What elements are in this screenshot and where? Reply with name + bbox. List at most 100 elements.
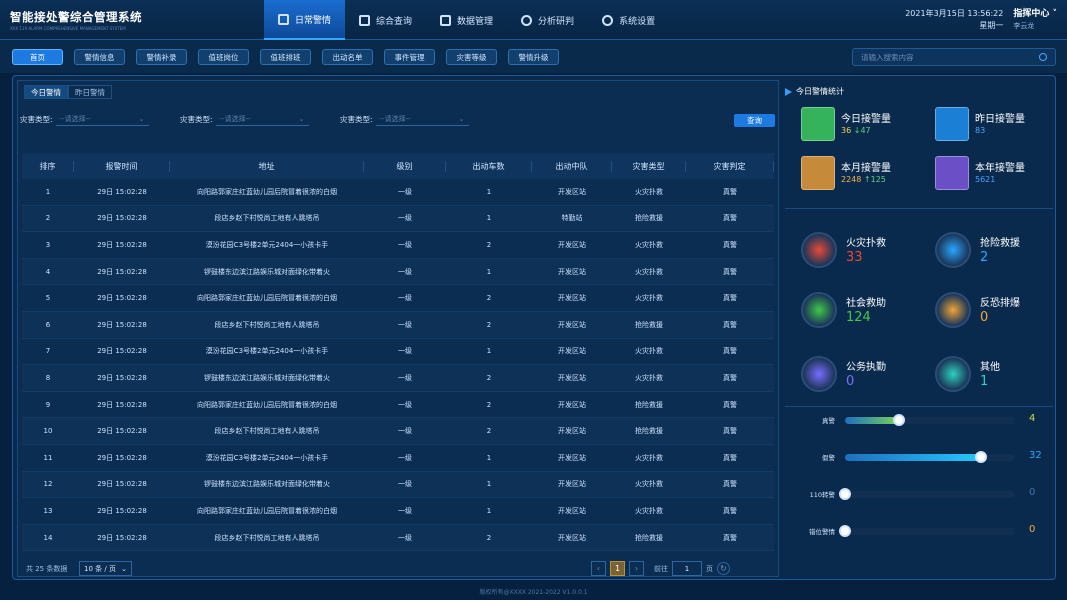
table-cell: 29日 15:02:28	[97, 240, 147, 249]
refresh-icon[interactable]: ↻	[717, 562, 730, 575]
table-cell: 火灾扑救	[635, 294, 663, 303]
table-cell: 29日 15:02:28	[97, 187, 147, 196]
column-header[interactable]: 级别	[364, 160, 446, 172]
page-size-select[interactable]: 10 条 / 页 ⌄	[79, 561, 132, 576]
next-page-button[interactable]: ›	[629, 561, 644, 576]
nav-query[interactable]: 综合查询	[345, 0, 426, 40]
goto-page-input[interactable]: 1	[672, 561, 702, 576]
table-cell: 火灾扑救	[635, 240, 663, 249]
bar-track	[839, 488, 1015, 500]
column-header[interactable]: 报警时间	[74, 160, 170, 172]
table-cell: 2	[45, 214, 51, 223]
table-row[interactable]: 9 29日 15:02:28 向阳路郭家庄红蓝幼儿园后院冒着很浓的白烟 一级 2 开发区站…	[22, 392, 774, 419]
table-cell: 真警	[723, 400, 737, 409]
column-header[interactable]: 灾害判定	[686, 160, 774, 172]
column-header[interactable]: 出动中队	[532, 160, 612, 172]
table-cell: 漠汾花园C3号楼2单元2404一小孩卡手	[205, 453, 329, 462]
rescue-truck-icon	[935, 232, 971, 268]
table-row[interactable]: 8 29日 15:02:28 锣鼓楼东边滨江路娱乐城对面绿化带着火 一级 2 开发区站 火灾…	[22, 365, 774, 392]
tab-item[interactable]: 值班岗位	[198, 49, 249, 65]
prev-page-button[interactable]: ‹	[591, 561, 606, 576]
tab-item[interactable]: 警情信息	[74, 49, 125, 65]
bar-label: 假警	[822, 454, 835, 462]
tab-item[interactable]: 警情升级	[508, 49, 559, 65]
table-cell: 真警	[723, 320, 737, 329]
chevron-down-icon: ⌄	[138, 114, 145, 123]
tab-item[interactable]: 值班排班	[260, 49, 311, 65]
table-cell: 29日 15:02:28	[97, 373, 147, 382]
table-cell: 一级	[398, 453, 412, 462]
bomb-icon	[935, 292, 971, 328]
table-row[interactable]: 5 29日 15:02:28 向阳路郭家庄红蓝幼儿园后院冒着很浓的白烟 一级 2 开发区站…	[22, 285, 774, 312]
page-number[interactable]: 1	[610, 561, 625, 576]
nav-data[interactable]: 数据管理	[426, 0, 507, 40]
table-cell: 火灾扑救	[635, 267, 663, 276]
table-row[interactable]: 12 29日 15:02:28 锣鼓楼东边滨江路娱乐城对面绿化带着火 一级 1 开发区站 火…	[22, 471, 774, 499]
table-row[interactable]: 14 29日 15:02:28 段店乡赵下村悦尚工地有人跳塔吊 一级 2 开发区站 抢险救援…	[22, 524, 774, 552]
table-cell: 29日 15:02:28	[97, 267, 147, 276]
tab-today[interactable]: 今日警情	[24, 85, 68, 99]
filter-2: 灾害类型: --请选择-- ⌄	[180, 112, 309, 126]
table-cell: 1	[486, 480, 492, 489]
bar-knob[interactable]	[839, 525, 851, 537]
table-row[interactable]: 1 29日 15:02:28 向阳路郭家庄红蓝幼儿园后院冒着很浓的白烟 一级 1 开发区站…	[22, 179, 774, 206]
search-icon[interactable]	[1039, 53, 1047, 61]
tab-yesterday[interactable]: 昨日警情	[68, 85, 112, 99]
bar-value: 0	[1029, 524, 1036, 535]
alarm-bar: 错位警情 0	[785, 524, 1053, 538]
table-row[interactable]: 7 29日 15:02:28 漠汾花园C3号楼2单元2404一小孩卡手 一级 1 开发区站…	[22, 339, 774, 366]
table-row[interactable]: 6 29日 15:02:28 段店乡赵下村悦尚工地有人跳塔吊 一级 2 开发区站 抢险救援 真…	[22, 311, 774, 339]
bar-knob[interactable]	[975, 451, 987, 463]
stats-title: 今日警情统计	[785, 86, 844, 97]
disaster-type-select-3[interactable]: --请选择-- ⌄	[375, 112, 469, 126]
query-button[interactable]: 查询	[734, 114, 775, 127]
table-row[interactable]: 10 29日 15:02:28 段店乡赵下村悦尚工地有人跳塔吊 一级 2 开发区站 抢险救援…	[22, 418, 774, 445]
table-row[interactable]: 13 29日 15:02:28 向阳路郭家庄红蓝幼儿园后院冒着很浓的白烟 一级 1 开发区…	[22, 498, 774, 525]
bar-knob[interactable]	[893, 414, 906, 426]
nav-settings[interactable]: 系统设置	[588, 0, 669, 40]
table-header: 排序 报警时间 地址 级别 出动车数 出动中队 灾害类型 灾害判定	[22, 153, 774, 179]
subnav-bar: 首页 警情信息 警情补录 值班岗位 值班排班 出动名单 事件管理 灾害等级 警情升级 请输入搜索…	[0, 40, 1067, 73]
column-header[interactable]: 排序	[22, 160, 74, 172]
tab-item[interactable]: 事件管理	[384, 49, 435, 65]
column-header[interactable]: 地址	[170, 160, 364, 172]
table-row[interactable]: 2 29日 15:02:28 段店乡赵下村悦尚工地有人跳塔吊 一级 1 特勤站 抢险救援 真警	[22, 205, 774, 233]
disaster-type-select-2[interactable]: --请选择-- ⌄	[215, 112, 309, 126]
table-row[interactable]: 4 29日 15:02:28 锣鼓楼东边滨江路娱乐城对面绿化带着火 一级 1 开发区站 火灾…	[22, 258, 774, 286]
column-header[interactable]: 出动车数	[446, 160, 532, 172]
disaster-type-select-1[interactable]: --请选择-- ⌄	[55, 112, 149, 126]
search-input[interactable]: 请输入搜索内容	[852, 48, 1056, 66]
type-label: 公务执勤	[846, 362, 886, 373]
table-cell: 4	[45, 267, 51, 276]
stat-value: 83	[975, 126, 986, 135]
table-cell: 14	[43, 533, 53, 542]
stat-box: 本月接警量 2248 ↑125	[801, 156, 923, 196]
header: 智能接处警综合管理系统 XXX 119 ALARM COMPREHENSIVE …	[0, 0, 1067, 40]
table-row[interactable]: 11 29日 15:02:28 漠汾花园C3号楼2单元2404一小孩卡手 一级 1 开发区…	[22, 445, 774, 472]
table-cell: 29日 15:02:28	[97, 506, 147, 515]
tab-item[interactable]: 警情补录	[136, 49, 187, 65]
table-cell: 向阳路郭家庄红蓝幼儿园后院冒着很浓的白烟	[197, 400, 337, 409]
table-cell: 开发区站	[558, 506, 586, 515]
nav-analysis[interactable]: 分析研判	[507, 0, 588, 40]
table-cell: 开发区站	[558, 187, 586, 196]
table-row[interactable]: 3 29日 15:02:28 漠汾花园C3号楼2单元2404一小孩卡手 一级 2 开发区站…	[22, 232, 774, 259]
table-cell: 6	[45, 320, 51, 329]
tab-item[interactable]: 灾害等级	[446, 49, 497, 65]
table-cell: 1	[486, 347, 492, 356]
table-cell: 真警	[723, 506, 737, 515]
user-menu[interactable]: 指挥中心 ˅ 李云龙	[1013, 8, 1057, 32]
table-cell: 真警	[723, 480, 737, 489]
table-cell: 1	[486, 187, 492, 196]
table-cell: 2	[486, 320, 492, 329]
tab-item[interactable]: 首页	[12, 49, 63, 65]
column-header[interactable]: 灾害类型	[612, 160, 686, 172]
bar-knob[interactable]	[839, 488, 851, 500]
nav-daily-alarm[interactable]: 日常警情	[264, 0, 346, 40]
table-cell: 开发区站	[558, 400, 586, 409]
type-value: 124	[846, 310, 871, 325]
tab-item[interactable]: 出动名单	[322, 49, 373, 65]
bar-fill	[845, 454, 981, 461]
brand: 智能接处警综合管理系统 XXX 119 ALARM COMPREHENSIVE …	[10, 9, 142, 31]
fire-icon	[801, 232, 837, 268]
